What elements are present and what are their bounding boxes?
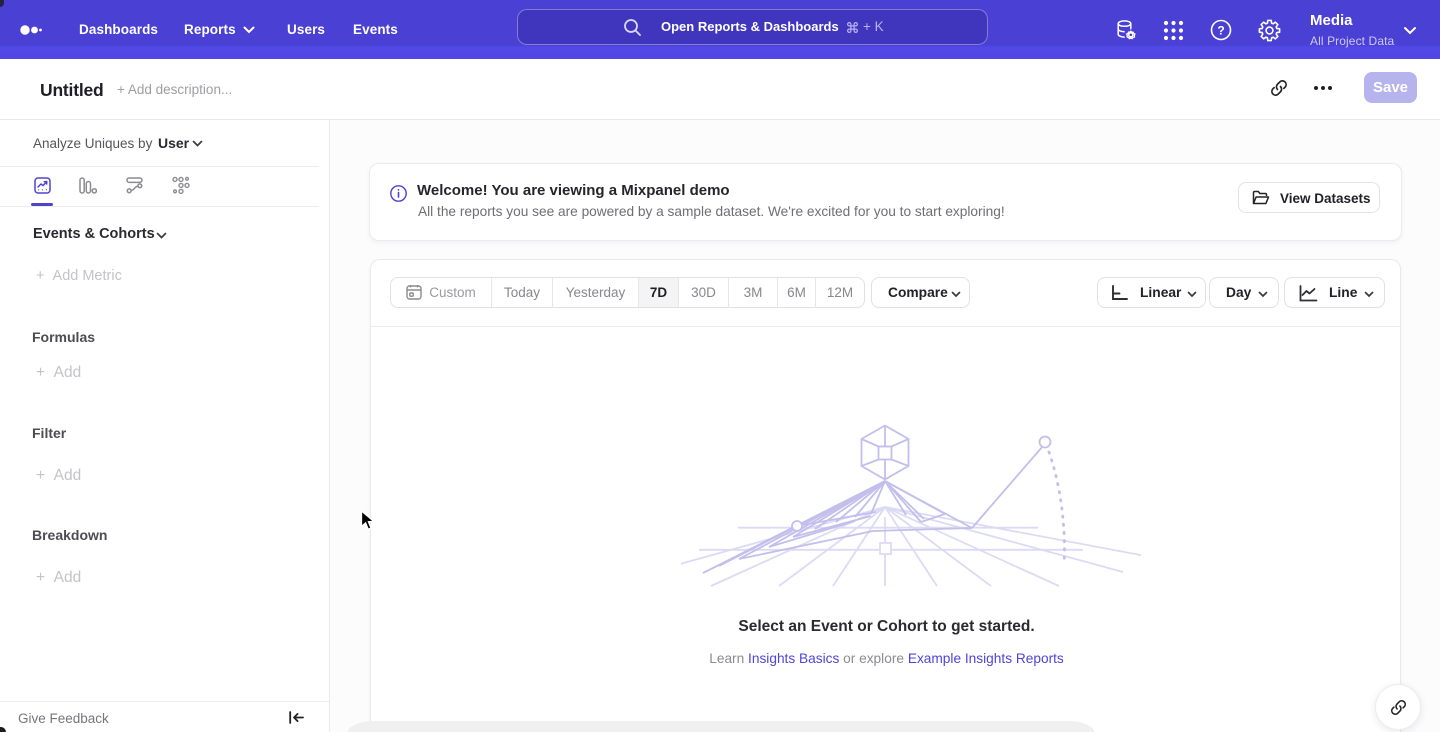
svg-text:?: ? bbox=[1217, 24, 1224, 38]
